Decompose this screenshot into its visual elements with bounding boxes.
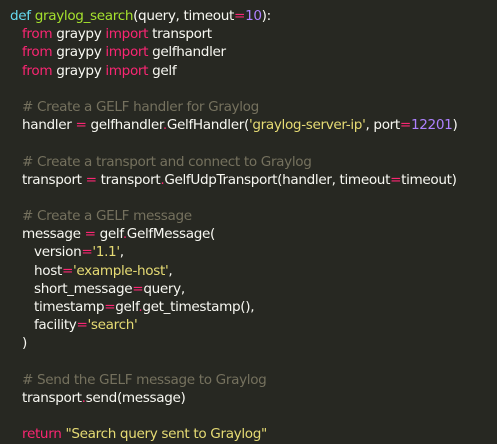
- code-token: handler: [22, 117, 76, 134]
- code-token: # Create a GELF message: [22, 208, 192, 225]
- code-token: gelf: [115, 299, 139, 315]
- code-token: # Create a GELF handler for Graylog: [22, 98, 259, 115]
- code-token: =: [85, 171, 97, 188]
- code-line: transport = transport.GelfUdpTransport(h…: [10, 171, 497, 189]
- code-line: timestamp=gelf.get_timestamp(),: [10, 298, 497, 316]
- code-line: ): [10, 334, 497, 352]
- code-token: from: [22, 62, 53, 79]
- code-token: host: [34, 262, 62, 279]
- code-line: # Create a GELF message: [10, 207, 497, 225]
- code-token: from: [22, 44, 53, 61]
- code-line: version='1.1',: [10, 243, 497, 261]
- code-token: ): [22, 335, 27, 352]
- code-line: message = gelf.GelfMessage(: [10, 225, 497, 243]
- code-line: # Create a GELF handler for Graylog: [10, 98, 497, 116]
- code-token: from: [22, 26, 53, 43]
- code-token: 'example-host': [73, 262, 169, 279]
- code-token: transport: [96, 171, 161, 188]
- code-token: short_message: [34, 280, 133, 297]
- code-token: ,: [168, 262, 173, 279]
- code-token: # Create a transport and connect to Gray…: [22, 153, 312, 170]
- code-token: 'graylog-server-ip': [248, 117, 366, 134]
- code-token: =: [61, 262, 73, 279]
- code-token: facility: [34, 317, 77, 334]
- code-line: def graylog_search(query, timeout=10):: [10, 7, 497, 25]
- code-token: =: [84, 226, 96, 243]
- code-token: import: [105, 62, 149, 79]
- code-line: from graypy import gelfhandler: [10, 43, 497, 61]
- code-token: graypy: [52, 26, 106, 43]
- code-token: 10: [245, 8, 262, 24]
- code-token: 'search': [87, 317, 138, 334]
- code-token: =: [390, 171, 402, 188]
- code-token: transport: [148, 26, 212, 43]
- code-line: # Create a transport and connect to Gray…: [10, 153, 497, 171]
- code-token: GelfHandler(: [166, 117, 249, 134]
- code-token: ):: [261, 8, 272, 24]
- code-token: graylog_search: [34, 8, 134, 24]
- code-token: graypy: [52, 62, 106, 79]
- code-token: (query, timeout: [133, 8, 235, 24]
- code-token: gelf: [95, 226, 124, 243]
- code-token: gelf: [148, 62, 177, 79]
- code-line: short_message=query,: [10, 280, 497, 298]
- code-line: facility='search': [10, 316, 497, 334]
- code-token: return: [22, 426, 62, 443]
- code-token: gelfhandler: [148, 44, 226, 61]
- code-token: transport: [22, 171, 86, 188]
- code-token: ): [452, 117, 458, 134]
- code-token: message: [22, 226, 85, 243]
- code-line: from graypy import transport: [10, 25, 497, 43]
- code-line: transport.send(message): [10, 389, 497, 407]
- code-line: # Send the GELF message to Graylog: [10, 371, 497, 389]
- code-token: "Search query sent to Graylog": [65, 426, 267, 443]
- code-token: =: [234, 8, 246, 24]
- code-token: import: [105, 44, 149, 61]
- code-token: def: [10, 8, 31, 24]
- code-token: =: [104, 299, 116, 315]
- code-token: graypy: [52, 44, 106, 61]
- code-token: =: [76, 317, 88, 334]
- code-token: =: [399, 117, 411, 134]
- code-line: host='example-host',: [10, 262, 497, 280]
- code-token: =: [75, 117, 87, 134]
- code-token: =: [81, 244, 93, 261]
- code-line: from graypy import gelf: [10, 62, 497, 80]
- code-token: GelfMessage(: [126, 226, 216, 243]
- code-token: gelfhandler: [86, 117, 163, 134]
- code-token: version: [34, 244, 82, 261]
- code-editor[interactable]: def graylog_search(query, timeout=10): f…: [0, 0, 497, 442]
- code-token: get_timestamp(),: [142, 299, 255, 315]
- code-token: # Send the GELF message to Graylog: [22, 371, 267, 388]
- code-token: timestamp: [34, 299, 105, 315]
- code-token: 12201: [410, 117, 453, 134]
- code-token: import: [105, 26, 149, 43]
- code-token: =: [132, 280, 144, 297]
- code-token: timeout): [401, 171, 457, 188]
- code-token: query,: [143, 280, 185, 297]
- code-token: GelfUdpTransport(handler, timeout: [164, 171, 391, 188]
- code-token: , port: [365, 117, 400, 134]
- code-token: '1.1': [92, 244, 120, 261]
- code-line: return "Search query sent to Graylog": [10, 425, 497, 443]
- code-token: ,: [119, 244, 124, 261]
- code-line: handler = gelfhandler.GelfHandler('grayl…: [10, 116, 497, 134]
